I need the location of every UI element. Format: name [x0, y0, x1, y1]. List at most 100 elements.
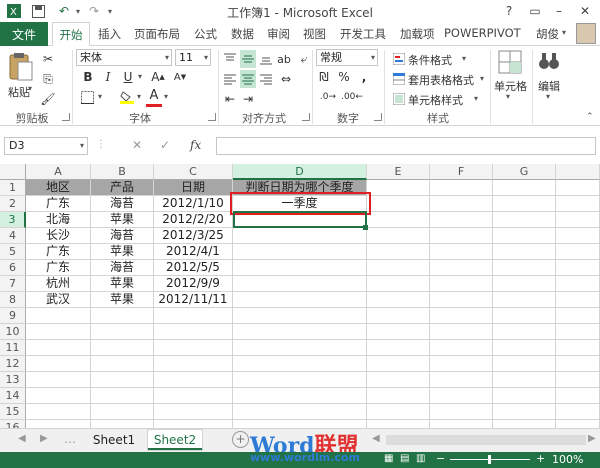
wrap-text-icon[interactable]: ⤶ [296, 50, 312, 68]
cell-styles-icon[interactable] [392, 90, 406, 108]
tab-home[interactable]: 开始 [52, 22, 90, 47]
grid-cell[interactable] [493, 228, 556, 244]
font-color-dropdown-icon[interactable]: ▾ [164, 92, 168, 101]
bold-icon[interactable]: B [80, 68, 96, 86]
grid-cell[interactable] [233, 340, 367, 356]
grid-cell[interactable]: 苹果 [91, 212, 154, 228]
tab-formulas[interactable]: 公式 [194, 26, 217, 44]
grid-cell[interactable] [430, 228, 493, 244]
avatar[interactable] [576, 23, 596, 44]
grid-cell[interactable] [367, 404, 430, 420]
grid-cell[interactable]: 北海 [26, 212, 91, 228]
grid-cell[interactable] [430, 260, 493, 276]
grid-cell[interactable] [430, 340, 493, 356]
normal-view-icon[interactable]: ▦ [384, 453, 393, 464]
grid-cell[interactable] [430, 196, 493, 212]
borders-dropdown-icon[interactable]: ▾ [98, 92, 102, 101]
grid-cell[interactable] [367, 292, 430, 308]
grid-cell[interactable] [367, 388, 430, 404]
select-all-corner[interactable] [0, 164, 26, 180]
grid-cell[interactable] [556, 372, 600, 388]
cancel-icon[interactable]: ✕ [132, 138, 142, 152]
grid-cell[interactable] [154, 340, 233, 356]
grid-cell[interactable] [556, 388, 600, 404]
horizontal-scrollbar[interactable] [386, 435, 586, 445]
column-header-g[interactable]: G [493, 164, 556, 180]
grid-cell[interactable] [430, 356, 493, 372]
format-painter-icon[interactable]: 🖌 [40, 90, 56, 108]
formula-input[interactable] [216, 137, 596, 155]
header-cell[interactable]: 日期 [154, 180, 233, 196]
fill-handle[interactable] [363, 225, 368, 230]
header-cell[interactable]: 地区 [26, 180, 91, 196]
grid-cell[interactable] [493, 356, 556, 372]
grid-cell[interactable] [493, 180, 556, 196]
name-box[interactable]: D3 [4, 137, 88, 155]
row-header-3[interactable]: 3 [0, 212, 26, 228]
grid-cell[interactable] [233, 228, 367, 244]
binoculars-icon[interactable] [538, 50, 560, 74]
grid-cell[interactable]: 广东 [26, 196, 91, 212]
cut-icon[interactable]: ✂ [40, 50, 56, 68]
grid-cell[interactable] [430, 292, 493, 308]
grid-cell[interactable] [233, 276, 367, 292]
align-right-icon[interactable] [258, 70, 274, 88]
grid-cell[interactable] [430, 324, 493, 340]
font-size-combo[interactable]: 11 ▾ [175, 49, 211, 66]
grid-cell[interactable] [556, 212, 600, 228]
grid-cell[interactable] [91, 388, 154, 404]
font-color-icon[interactable]: A [146, 86, 162, 107]
merge-center-icon[interactable]: ⇔ [278, 70, 294, 88]
grid-cell[interactable] [430, 212, 493, 228]
cells-dropdown-icon[interactable]: ▾ [506, 92, 510, 101]
format-table-dropdown-icon[interactable]: ▾ [480, 74, 484, 83]
align-left-icon[interactable] [222, 70, 238, 88]
row-header-6[interactable]: 6 [0, 260, 26, 276]
zoom-in-icon[interactable]: + [536, 452, 545, 465]
grid-cell[interactable] [233, 292, 367, 308]
row-header-14[interactable]: 14 [0, 388, 26, 404]
font-launcher-icon[interactable] [208, 113, 216, 121]
grid-cell[interactable]: 2012/1/10 [154, 196, 233, 212]
grid-cell[interactable] [430, 276, 493, 292]
italic-icon[interactable]: I [100, 68, 116, 86]
insert-function-icon[interactable]: fx [190, 138, 201, 152]
grid-cell[interactable] [493, 196, 556, 212]
grid-cell[interactable] [91, 356, 154, 372]
row-header-2[interactable]: 2 [0, 196, 26, 212]
user-dropdown-icon[interactable]: ▾ [562, 28, 566, 37]
grid-cell[interactable] [556, 292, 600, 308]
increase-decimal-icon[interactable]: .0→ [318, 88, 338, 106]
grid-cell[interactable] [493, 244, 556, 260]
row-header-4[interactable]: 4 [0, 228, 26, 244]
grid-cell[interactable] [556, 260, 600, 276]
grid-cell[interactable] [367, 180, 430, 196]
grid-cell[interactable]: 2012/2/20 [154, 212, 233, 228]
grid-cell[interactable] [430, 180, 493, 196]
clipboard-launcher-icon[interactable] [62, 113, 70, 121]
column-header-b[interactable]: B [91, 164, 154, 180]
name-box-dropdown-icon[interactable]: ▾ [80, 141, 84, 150]
row-header-9[interactable]: 9 [0, 308, 26, 324]
align-bottom-icon[interactable] [258, 50, 274, 68]
row-header-11[interactable]: 11 [0, 340, 26, 356]
grid-cell[interactable] [367, 356, 430, 372]
grid-cell[interactable]: 长沙 [26, 228, 91, 244]
number-format-combo[interactable]: 常规 ▾ [316, 49, 378, 66]
grid-cell[interactable] [154, 308, 233, 324]
zoom-level[interactable]: 100% [552, 453, 583, 466]
grid-cell[interactable] [493, 292, 556, 308]
grid-cell[interactable] [154, 372, 233, 388]
grid-cell[interactable] [430, 308, 493, 324]
grid-cell[interactable] [91, 404, 154, 420]
cells-button[interactable]: 单元格 [494, 78, 527, 94]
format-table-button[interactable]: 套用表格格式 [408, 72, 474, 88]
save-icon[interactable] [30, 3, 46, 19]
grid-cell[interactable] [493, 340, 556, 356]
header-cell[interactable]: 产品 [91, 180, 154, 196]
orientation-icon[interactable]: ab [276, 50, 292, 68]
zoom-slider-thumb[interactable] [488, 455, 491, 464]
grid-cell[interactable] [367, 196, 430, 212]
grid-cell[interactable] [493, 308, 556, 324]
grid-cell[interactable]: 苹果 [91, 276, 154, 292]
